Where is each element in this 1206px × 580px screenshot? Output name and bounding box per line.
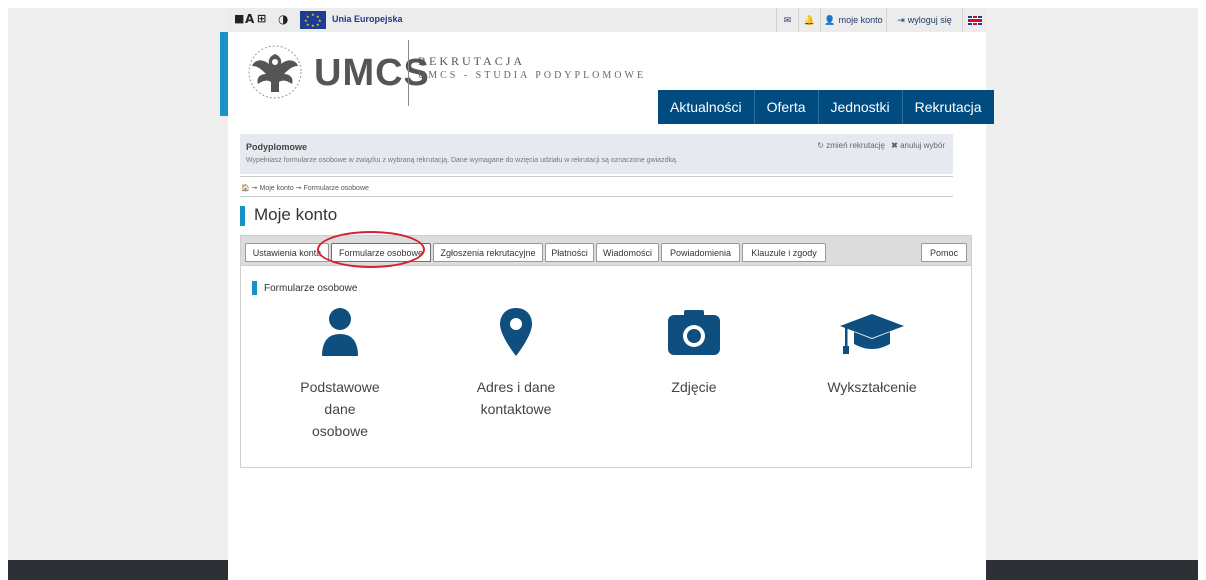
card-basic-personal-data[interactable]: Podstawowe dane osobowe	[268, 306, 412, 442]
card-address-contact[interactable]: Adres i dane kontaktowe	[444, 306, 588, 420]
page-container: ■ A ⊞ ◑ ★ ★ ★ ★ ★ ★ ★ ★ Unia Europejska ✉ 🔔 👤…	[220, 8, 994, 580]
tab-clauses-consents[interactable]: Klauzule i zgody	[742, 243, 826, 262]
header-subtitle: REKRUTACJA	[418, 54, 526, 68]
breadcrumb-separator: ➞	[251, 185, 258, 192]
messages-icon[interactable]: ✉	[776, 8, 798, 32]
nav-item-oferta[interactable]: Oferta	[755, 90, 819, 124]
recruitment-description: Wypełniasz formularze osobowe w związku …	[246, 157, 678, 164]
card-label: Wykształcenie	[827, 379, 917, 395]
recruitment-title: Podyplomowe	[246, 142, 308, 152]
card-photo[interactable]: Zdjęcie	[622, 306, 766, 398]
logo-text[interactable]: UMCS	[314, 52, 430, 95]
notifications-icon[interactable]: 🔔	[798, 8, 820, 32]
tab-notifications[interactable]: Powiadomienia	[661, 243, 740, 262]
header-subtitle-secondary: UMCS - STUDIA PODYPLOMOWE	[418, 70, 647, 81]
logout-label: wyloguj się	[907, 15, 952, 25]
nav-item-jednostki[interactable]: Jednostki	[819, 90, 903, 124]
section-title: Formularze osobowe	[264, 283, 358, 294]
logout-icon: ⇥	[897, 14, 905, 25]
top-utility-bar: ■ A ⊞ ◑ ★ ★ ★ ★ ★ ★ ★ ★ Unia Europejska ✉ 🔔 👤…	[228, 8, 986, 32]
logo-divider	[408, 40, 409, 106]
breadcrumb: 🏠 ➞ Moje konto ➞ Formularze osobowe	[241, 184, 369, 192]
eu-flag-icon: ★ ★ ★ ★ ★ ★ ★ ★	[300, 11, 326, 29]
camera-icon	[668, 310, 720, 355]
graduation-cap-icon	[840, 314, 904, 354]
page-title: Moje konto	[254, 205, 338, 224]
home-icon[interactable]: 🏠	[241, 185, 250, 192]
uk-flag-icon	[967, 15, 982, 25]
close-icon: ✖	[891, 141, 898, 150]
card-label: Podstawowe dane osobowe	[300, 379, 380, 439]
nav-item-aktualnosci[interactable]: Aktualności	[658, 90, 755, 124]
recruitment-actions: ↻ zmień rekrutację ✖ anuluj wybór	[817, 141, 945, 150]
section-title-accent	[252, 281, 257, 295]
tab-help[interactable]: Pomoc	[921, 243, 967, 262]
page-title-accent	[240, 206, 245, 226]
font-size-label[interactable]: A	[245, 12, 254, 26]
contrast-icon[interactable]: ◑	[278, 12, 288, 26]
cancel-selection-link[interactable]: anuluj wybór	[900, 141, 945, 150]
user-small-icon: 👤	[824, 14, 836, 25]
header-accent-bar	[220, 32, 228, 116]
highlight-annotation	[317, 231, 425, 268]
my-account-label: moje konto	[838, 15, 883, 25]
tab-recruitment-applications[interactable]: Zgłoszenia rekrutacyjne	[433, 243, 543, 262]
font-increase-icon[interactable]: ⊞	[257, 12, 266, 25]
tab-messages[interactable]: Wiadomości	[596, 243, 659, 262]
user-icon	[322, 308, 358, 356]
card-label: Adres i dane kontaktowe	[476, 379, 556, 417]
card-education[interactable]: Wykształcenie	[800, 306, 944, 398]
breadcrumb-item-account[interactable]: Moje konto	[260, 185, 294, 192]
umcs-eagle-logo-icon[interactable]	[244, 44, 306, 100]
eu-label[interactable]: Unia Europejska	[332, 14, 403, 24]
breadcrumb-separator: ➞	[295, 185, 302, 192]
breadcrumb-bottom-divider	[240, 196, 953, 197]
refresh-icon: ↻	[817, 141, 824, 150]
tab-payments[interactable]: Płatności	[545, 243, 594, 262]
nav-item-rekrutacja[interactable]: Rekrutacja	[903, 90, 994, 124]
font-decrease-icon[interactable]: ■	[234, 12, 244, 25]
breadcrumb-top-divider	[240, 176, 953, 177]
tab-account-settings[interactable]: Ustawienia konta	[245, 243, 329, 262]
map-marker-icon	[500, 308, 532, 356]
my-account-link[interactable]: 👤 moje konto	[820, 8, 886, 32]
logout-link[interactable]: ⇥ wyloguj się	[886, 8, 962, 32]
breadcrumb-item-forms: Formularze osobowe	[303, 185, 369, 192]
language-switch[interactable]	[962, 8, 986, 32]
card-label: Zdjęcie	[671, 379, 717, 395]
recruitment-info-panel: Podyplomowe Wypełniasz formularze osobow…	[240, 134, 953, 174]
main-navigation: Aktualności Oferta Jednostki Rekrutacja	[658, 90, 994, 124]
change-recruitment-link[interactable]: zmień rekrutację	[826, 141, 885, 150]
